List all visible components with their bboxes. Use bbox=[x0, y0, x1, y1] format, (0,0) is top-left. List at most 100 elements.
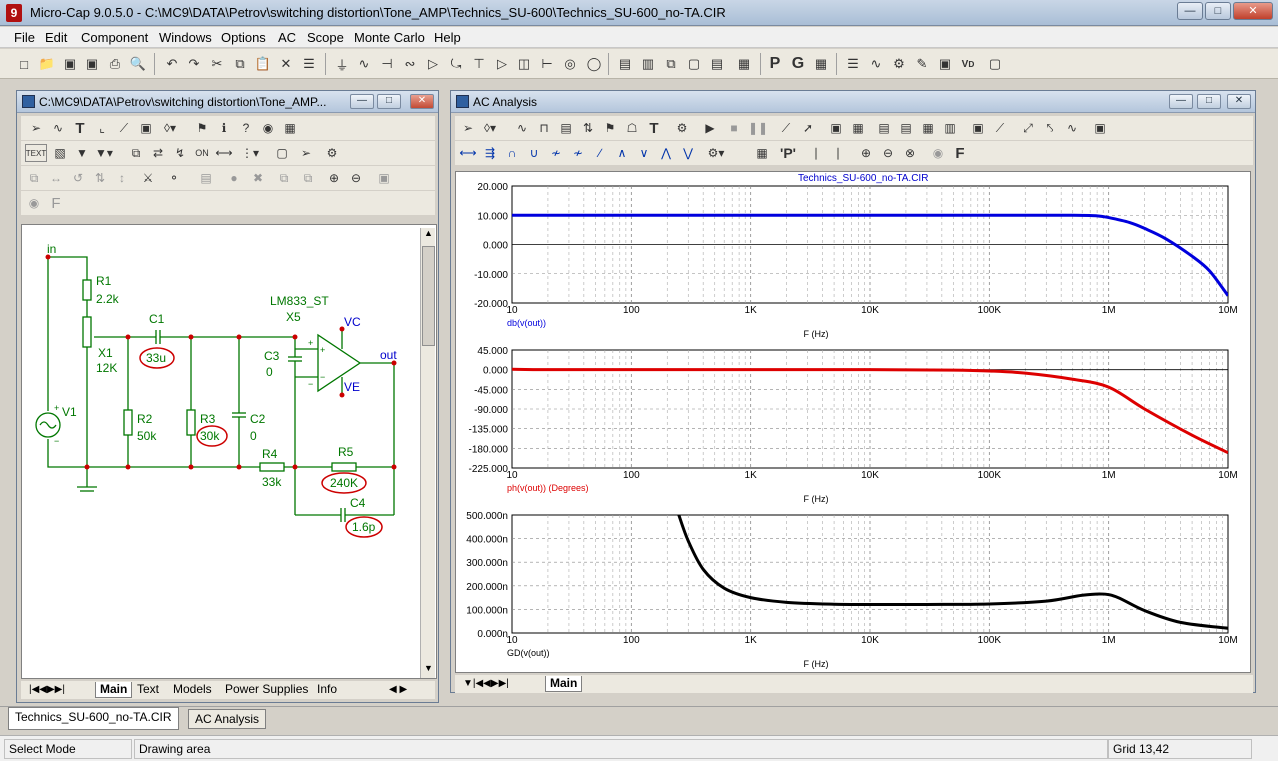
ac-prev-point-icon[interactable]: ⇶ bbox=[481, 144, 499, 162]
redo-icon[interactable]: ↷ bbox=[184, 54, 204, 74]
ac-zoom-in-icon[interactable]: ⊕ bbox=[857, 144, 875, 162]
waveform-icon[interactable]: ∿ bbox=[866, 54, 886, 74]
copy-grid-icon[interactable]: ⧉ bbox=[275, 169, 293, 187]
menu-windows[interactable]: Windows bbox=[159, 30, 212, 45]
tab-power-supplies[interactable]: Power Supplies bbox=[221, 682, 312, 698]
ac-p-icon[interactable]: 'P' bbox=[779, 144, 797, 162]
ac-dropdown-icon[interactable]: ⚙▾ bbox=[707, 144, 725, 162]
doc-tab-ac-analysis[interactable]: AC Analysis bbox=[188, 709, 267, 729]
tab-main[interactable]: Main bbox=[95, 682, 133, 698]
save-all-icon[interactable]: ▣ bbox=[82, 54, 102, 74]
ac-tag-left-icon[interactable]: ∣ bbox=[807, 144, 825, 162]
globe-icon[interactable]: ◉ bbox=[25, 194, 43, 212]
flip-y-icon[interactable]: ↕ bbox=[113, 169, 131, 187]
ac-cursor-2-icon[interactable]: ⟋ bbox=[991, 119, 1009, 137]
tab-text[interactable]: Text bbox=[133, 682, 163, 698]
rotate-left-icon[interactable]: ↺ bbox=[69, 169, 87, 187]
ac-tab-main[interactable]: Main bbox=[545, 676, 583, 692]
ac-cursor-icon[interactable]: ▣ bbox=[969, 119, 987, 137]
text-mode-icon[interactable]: T bbox=[71, 119, 89, 137]
ground-icon[interactable]: ⏚ bbox=[332, 54, 352, 74]
ac-minimize-button[interactable]: — bbox=[1169, 94, 1193, 109]
g-icon[interactable]: G bbox=[788, 54, 808, 74]
resistor-icon[interactable]: ∿ bbox=[354, 54, 374, 74]
ac-line-arrow-icon[interactable]: ➚ bbox=[799, 119, 817, 137]
camera-icon[interactable]: ▣ bbox=[375, 169, 393, 187]
info-icon[interactable]: ⚙ bbox=[889, 54, 909, 74]
scroll-thumb[interactable] bbox=[422, 246, 435, 346]
ac-shape-icon[interactable]: ◊▾ bbox=[481, 119, 499, 137]
ac-properties-icon[interactable]: ⚙ bbox=[673, 119, 691, 137]
capacitor-icon[interactable]: ⊣ bbox=[377, 54, 397, 74]
ac-graph-icon[interactable]: ∿ bbox=[513, 119, 531, 137]
ac-bottom-icon[interactable]: ⋁ bbox=[679, 144, 697, 162]
transistor-icon[interactable]: ⤿ bbox=[446, 54, 466, 74]
ac-marker-icon[interactable]: ⇅ bbox=[579, 119, 597, 137]
window-icon[interactable]: ▢ bbox=[684, 54, 704, 74]
minimize-button[interactable]: — bbox=[1177, 2, 1203, 20]
inductor-icon[interactable]: ∾ bbox=[400, 54, 420, 74]
mosfet-icon[interactable]: ⊤ bbox=[469, 54, 489, 74]
text-box-icon[interactable]: TEXT bbox=[25, 144, 47, 162]
ac-box-icon[interactable]: ▣ bbox=[827, 119, 845, 137]
current-icon[interactable]: ▼ bbox=[73, 144, 91, 162]
ac-high-icon[interactable]: ∿ bbox=[1063, 119, 1081, 137]
ac-tag-right-icon[interactable]: ∣ bbox=[829, 144, 847, 162]
ac-line-icon[interactable]: ⟋ bbox=[777, 119, 795, 137]
paste-grid-icon[interactable]: ⧉ bbox=[299, 169, 317, 187]
grid-dots-icon[interactable]: ⋮▾ bbox=[241, 144, 259, 162]
clear-icon[interactable]: ☰ bbox=[299, 54, 319, 74]
save-icon[interactable]: ▣ bbox=[60, 54, 80, 74]
menu-options[interactable]: Options bbox=[221, 30, 266, 45]
on-off-icon[interactable]: ON bbox=[193, 144, 211, 162]
ac-valley-icon[interactable]: ⤣ bbox=[1041, 119, 1059, 137]
find-icon[interactable]: ⚔ bbox=[139, 169, 157, 187]
tab-models[interactable]: Models bbox=[169, 682, 216, 698]
ac-close-button[interactable]: ✕ bbox=[1227, 94, 1251, 109]
graphic-icon[interactable]: ▣ bbox=[137, 119, 155, 137]
node-numbers-icon[interactable]: ▧ bbox=[51, 144, 69, 162]
vd-icon[interactable]: VD bbox=[958, 54, 978, 74]
ac-export-icon[interactable]: ▣ bbox=[1091, 119, 1109, 137]
ac-pause-icon[interactable]: ❚❚ bbox=[748, 119, 768, 137]
new-icon[interactable]: □ bbox=[14, 54, 34, 74]
cascade-icon[interactable]: ⧉ bbox=[661, 54, 681, 74]
ac-globe-icon[interactable]: ◉ bbox=[929, 144, 947, 162]
open-icon[interactable]: 📁 bbox=[37, 54, 57, 74]
zoom-in-icon[interactable]: ⊕ bbox=[325, 169, 343, 187]
ac-zoom-fit-icon[interactable]: ⊗ bbox=[901, 144, 919, 162]
ac-peak-icon[interactable]: ⤢ bbox=[1019, 119, 1037, 137]
ac-high-find-icon[interactable]: ≁ bbox=[547, 144, 565, 162]
tab-scroll-icon[interactable]: ◀ ▶ bbox=[385, 682, 411, 698]
schematic-minimize-button[interactable]: — bbox=[350, 94, 374, 109]
pin-icon[interactable]: ⇄ bbox=[149, 144, 167, 162]
rotate-icon[interactable]: ⧉ bbox=[25, 169, 43, 187]
tab-info[interactable]: Info bbox=[313, 682, 341, 698]
menu-scope[interactable]: Scope bbox=[307, 30, 344, 45]
schematic-vscrollbar[interactable]: ▲ ▼ bbox=[420, 228, 435, 678]
stop-icon[interactable]: ● bbox=[225, 169, 243, 187]
cancel-icon[interactable]: ✖ bbox=[249, 169, 267, 187]
wire-mode-icon[interactable]: ⌞ bbox=[93, 119, 111, 137]
ac-font-icon[interactable]: F bbox=[951, 144, 969, 162]
source-icon[interactable]: ◎ bbox=[560, 54, 580, 74]
ac-stop-icon[interactable]: ■ bbox=[725, 119, 743, 137]
print-icon[interactable]: ⎙ bbox=[105, 54, 125, 74]
grid-icon[interactable]: ▦ bbox=[811, 54, 831, 74]
ac-grid-2-icon[interactable]: ▤ bbox=[875, 119, 893, 137]
info-mode-icon[interactable]: ℹ bbox=[215, 119, 233, 137]
ac-grid-3-icon[interactable]: ▤ bbox=[897, 119, 915, 137]
opamp-icon[interactable]: ▷ bbox=[492, 54, 512, 74]
copy-icon[interactable]: ⧉ bbox=[230, 54, 250, 74]
paste-icon[interactable]: 📋 bbox=[253, 54, 273, 74]
ac-inflection-icon[interactable]: ∕ bbox=[591, 144, 609, 162]
scroll-down-icon[interactable]: ▼ bbox=[421, 663, 436, 678]
message-icon[interactable]: ▤ bbox=[197, 169, 215, 187]
battery-icon[interactable]: ◫ bbox=[514, 54, 534, 74]
print-preview-icon[interactable]: 🔍 bbox=[128, 54, 148, 74]
binoculars-icon[interactable]: ⚬ bbox=[165, 169, 183, 187]
schematic-close-button[interactable]: ✕ bbox=[410, 94, 434, 109]
tile-horizontal-icon[interactable]: ▤ bbox=[615, 54, 635, 74]
menu-help[interactable]: Help bbox=[434, 30, 461, 45]
component-mode-icon[interactable]: ∿ bbox=[49, 119, 67, 137]
